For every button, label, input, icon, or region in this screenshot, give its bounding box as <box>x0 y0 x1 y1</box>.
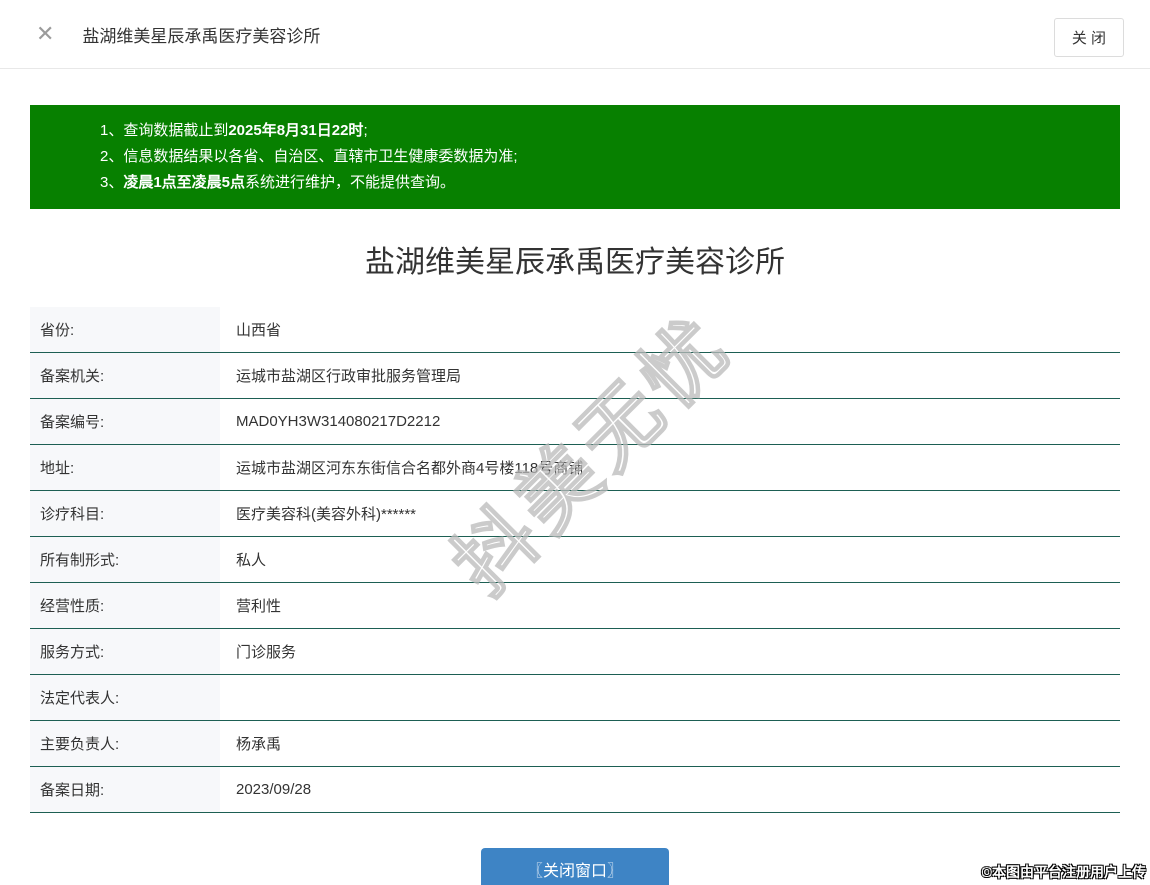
row-value: 私人 <box>236 552 267 569</box>
row-value: 2023/09/28 <box>236 781 312 798</box>
row-value: MAD0YH3W314080217D2212 <box>236 413 441 430</box>
close-button[interactable]: 关 闭 <box>1053 18 1124 57</box>
table-row-filing-number: 备案编号: MAD0YH3W314080217D2212 <box>30 399 1120 445</box>
row-value <box>220 675 1120 720</box>
upload-credit-watermark: ©本图由平台注册用户上传 <box>981 864 1146 880</box>
row-label: 服务方式: <box>30 629 220 674</box>
table-row-ownership-form: 所有制形式: 私人 <box>30 537 1120 583</box>
row-label: 经营性质: <box>30 583 220 628</box>
row-value: 山西省 <box>236 322 282 339</box>
notice-line-3-post: 系统进行维护，不能提供查询。 <box>245 174 456 191</box>
row-value: 杨承禹 <box>236 736 282 753</box>
row-label: 省份: <box>30 307 220 352</box>
notice-line-1-post: ; <box>363 122 368 139</box>
close-window-button[interactable]: 〖关闭窗口〗 <box>480 848 669 885</box>
clinic-record-dialog: ✕ 盐湖维美星辰承禹医疗美容诊所 关 闭 1、查询数据截止到2025年8月31日… <box>0 0 1150 885</box>
notice-line-3-bold: 凌晨1点至凌晨5点 <box>123 174 246 191</box>
clinic-name-title: 盐湖维美星辰承禹医疗美容诊所 <box>365 246 785 279</box>
row-value: 运城市盐湖区行政审批服务管理局 <box>236 368 462 385</box>
table-row-diagnosis-subjects: 诊疗科目: 医疗美容科(美容外科)****** <box>30 491 1120 537</box>
table-row-legal-representative: 法定代表人: <box>30 675 1120 721</box>
row-value: 营利性 <box>236 598 282 615</box>
table-row-address: 地址: 运城市盐湖区河东东街信合名都外商4号楼118号商铺 <box>30 445 1120 491</box>
table-row-service-mode: 服务方式: 门诊服务 <box>30 629 1120 675</box>
footer-bar: 〖关闭窗口〗 <box>30 848 1120 885</box>
row-value: 门诊服务 <box>236 644 297 661</box>
notice-line-1: 1、查询数据截止到2025年8月31日22时; <box>100 118 1100 144</box>
row-label: 法定代表人: <box>30 675 220 720</box>
row-value: 运城市盐湖区河东东街信合名都外商4号楼118号商铺 <box>236 460 584 477</box>
dialog-content: 1、查询数据截止到2025年8月31日22时; 2、信息数据结果以各省、自治区、… <box>0 105 1150 885</box>
notice-line-2-text: 2、信息数据结果以各省、自治区、直辖市卫生健康委数据为准; <box>100 148 518 165</box>
notice-line-3-text: 3、 <box>100 174 124 191</box>
dialog-title: 盐湖维美星辰承禹医疗美容诊所 <box>82 26 321 46</box>
dialog-header: ✕ 盐湖维美星辰承禹医疗美容诊所 关 闭 <box>0 0 1150 69</box>
row-label: 备案编号: <box>30 399 220 444</box>
row-value: 医疗美容科(美容外科)****** <box>236 506 417 523</box>
notice-line-3: 3、凌晨1点至凌晨5点系统进行维护，不能提供查询。 <box>100 170 1100 196</box>
row-label: 所有制形式: <box>30 537 220 582</box>
row-label: 备案日期: <box>30 767 220 812</box>
notice-line-1-text: 1、查询数据截止到 <box>100 122 229 139</box>
notice-line-2: 2、信息数据结果以各省、自治区、直辖市卫生健康委数据为准; <box>100 144 1100 170</box>
info-table: 省份: 山西省 备案机关: 运城市盐湖区行政审批服务管理局 备案编号: MAD0… <box>30 307 1120 813</box>
row-label: 备案机关: <box>30 353 220 398</box>
row-label: 诊疗科目: <box>30 491 220 536</box>
table-row-filing-authority: 备案机关: 运城市盐湖区行政审批服务管理局 <box>30 353 1120 399</box>
row-label: 地址: <box>30 445 220 490</box>
notice-line-1-bold: 2025年8月31日22时 <box>228 122 364 139</box>
close-icon[interactable]: ✕ <box>36 23 54 45</box>
table-row-principal: 主要负责人: 杨承禹 <box>30 721 1120 767</box>
table-row-filing-date: 备案日期: 2023/09/28 <box>30 767 1120 813</box>
table-row-business-nature: 经营性质: 营利性 <box>30 583 1120 629</box>
row-label: 主要负责人: <box>30 721 220 766</box>
notice-banner: 1、查询数据截止到2025年8月31日22时; 2、信息数据结果以各省、自治区、… <box>30 105 1120 209</box>
table-row-province: 省份: 山西省 <box>30 307 1120 353</box>
